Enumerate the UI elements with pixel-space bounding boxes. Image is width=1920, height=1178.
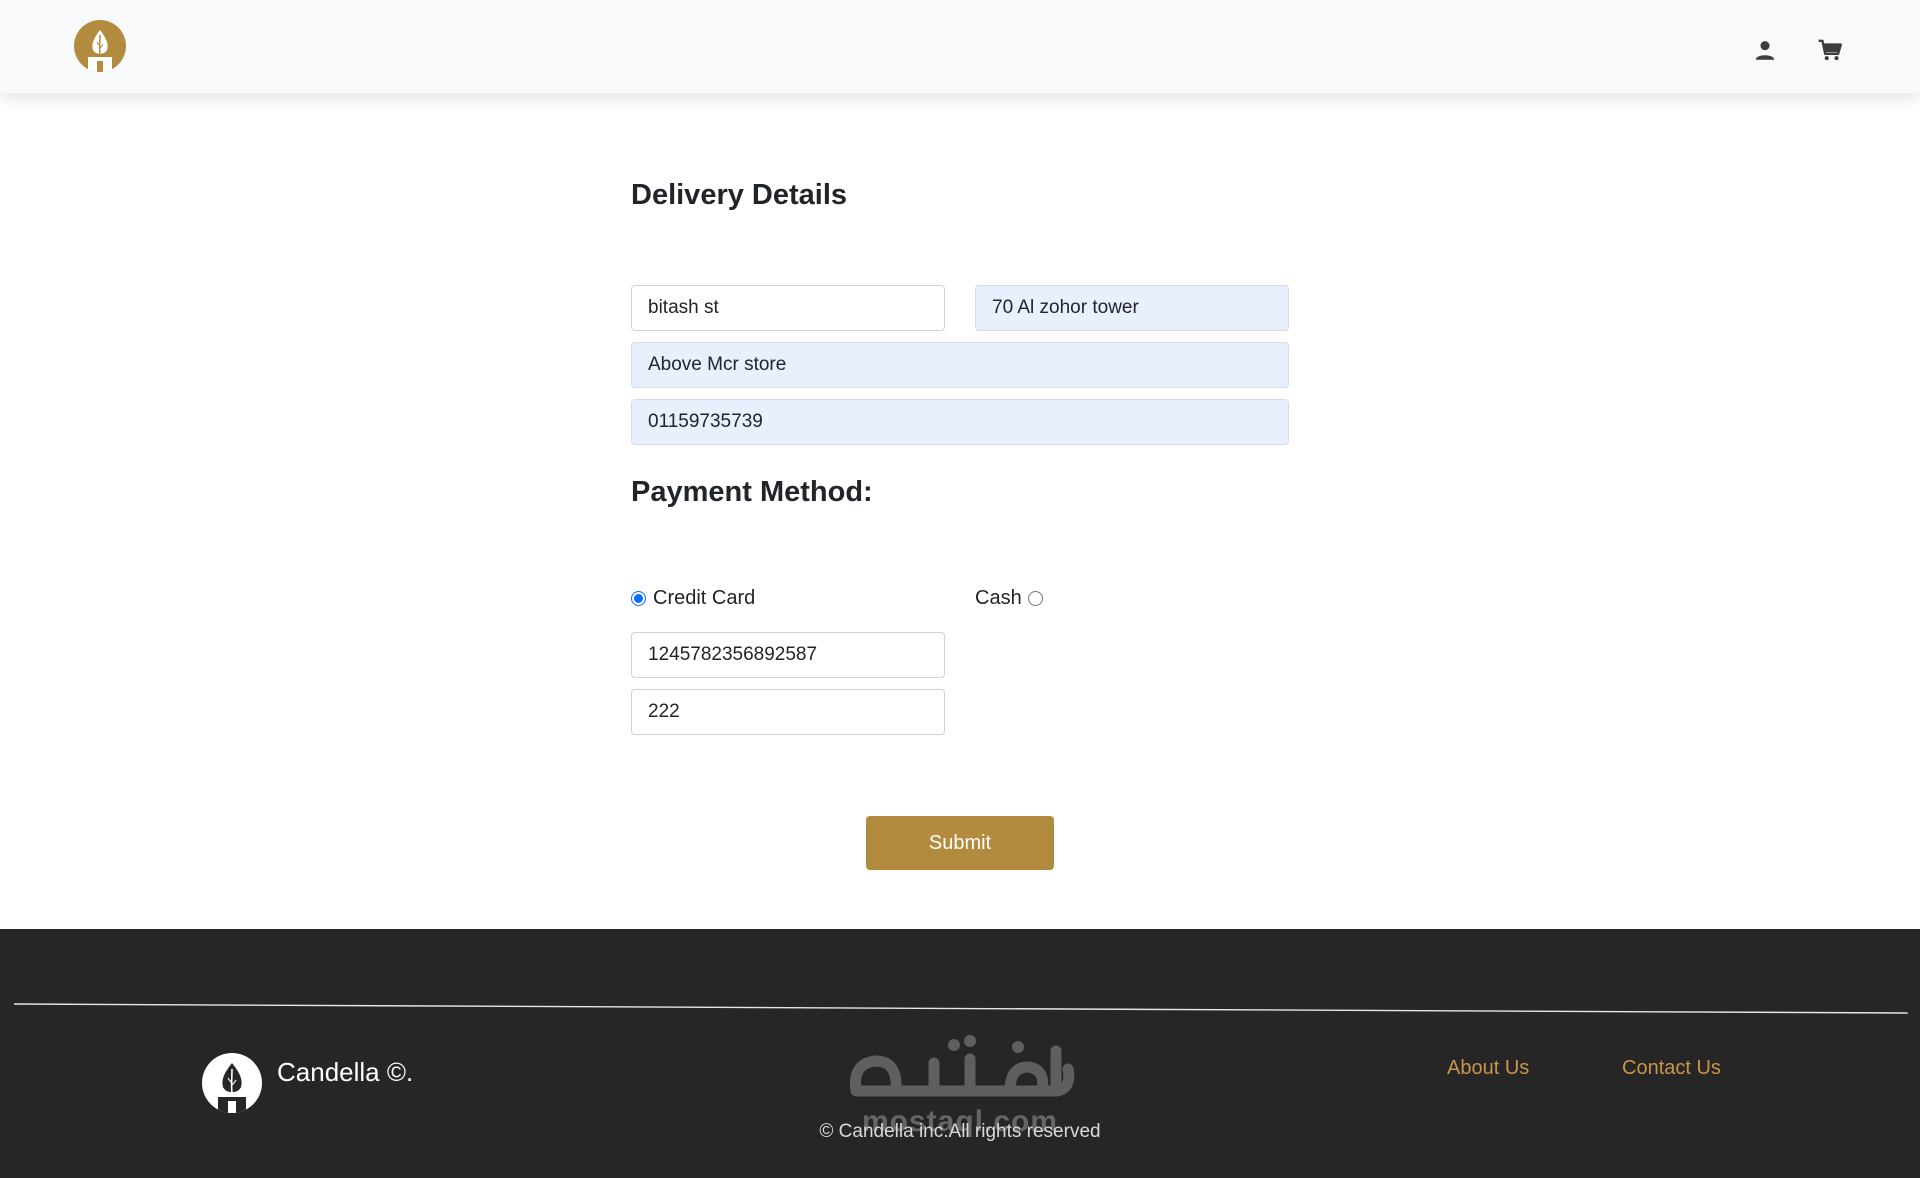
watermark-script-icon: [849, 1035, 1075, 1097]
footer-divider: [14, 1003, 1908, 1014]
cvv-input[interactable]: [631, 689, 945, 735]
building-input[interactable]: [975, 285, 1289, 331]
street-input[interactable]: [631, 285, 945, 331]
candle-logo-icon[interactable]: [74, 20, 126, 72]
cash-option[interactable]: Cash: [975, 587, 1043, 610]
card-number-input[interactable]: [631, 632, 945, 678]
footer: Candella ©. mostaql.com About Us Contact…: [0, 929, 1920, 1178]
landmark-input[interactable]: [631, 342, 1289, 388]
footer-brand: Candella ©.: [277, 1057, 414, 1087]
copyright-text: © Candella inc.All rights reserved: [819, 1121, 1101, 1142]
checkout-form: Delivery Details Payment Method: Credit …: [0, 93, 1920, 929]
footer-logo-icon: [202, 1053, 262, 1113]
credit-card-option[interactable]: Credit Card: [631, 587, 755, 610]
credit-card-radio[interactable]: [631, 591, 646, 606]
phone-input[interactable]: [631, 399, 1289, 445]
cash-radio[interactable]: [1027, 591, 1043, 606]
about-us-link[interactable]: About Us: [1447, 1057, 1529, 1080]
top-navbar: [0, 0, 1920, 93]
user-icon[interactable]: [1752, 37, 1778, 63]
contact-us-link[interactable]: Contact Us: [1622, 1057, 1721, 1080]
submit-button[interactable]: Submit: [866, 816, 1054, 870]
cash-label: Cash: [975, 587, 1022, 609]
delivery-details-title: Delivery Details: [631, 179, 848, 211]
payment-method-title: Payment Method:: [631, 476, 873, 508]
credit-card-label: Credit Card: [653, 587, 756, 609]
cart-icon[interactable]: [1817, 37, 1843, 63]
